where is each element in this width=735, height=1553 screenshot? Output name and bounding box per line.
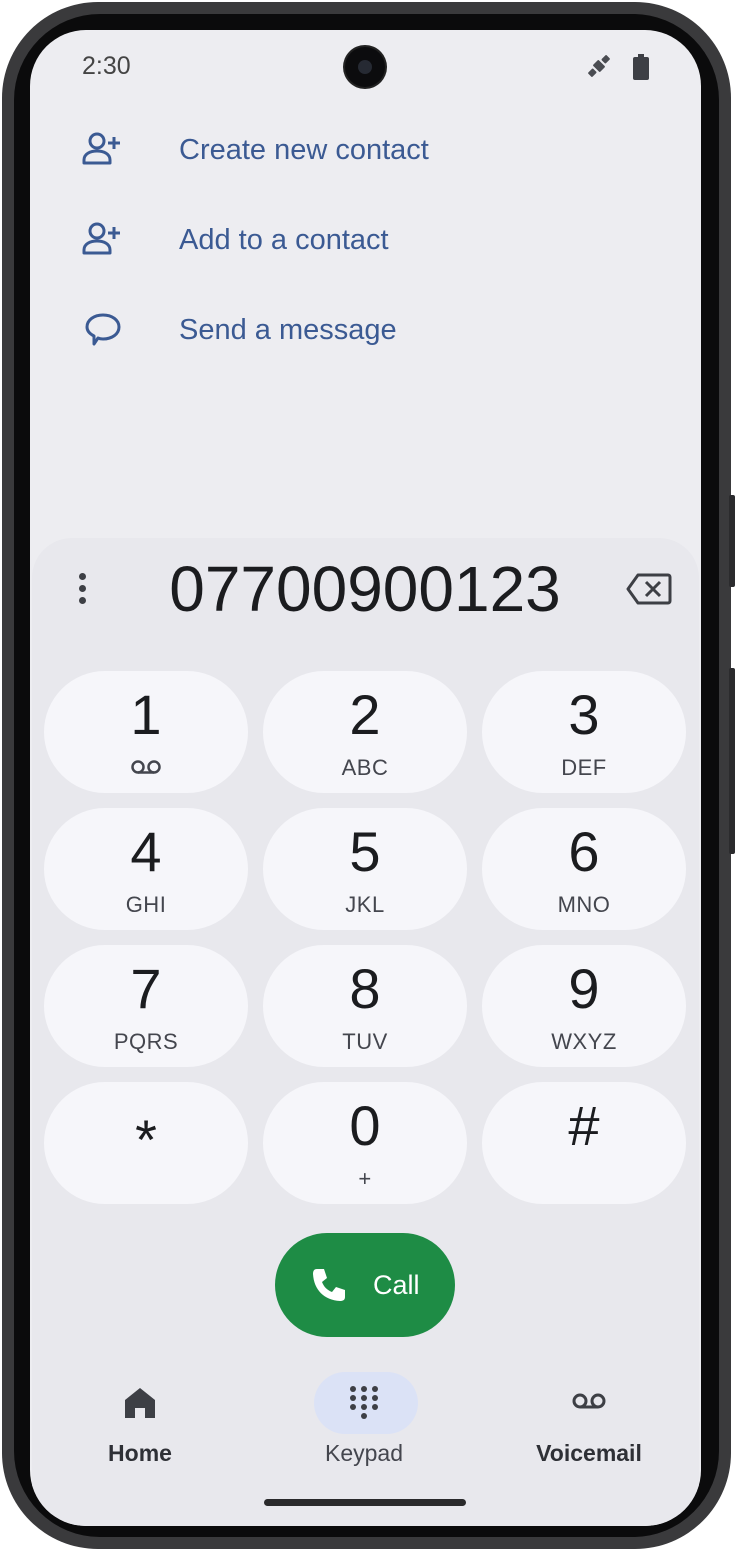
key-star[interactable]: * bbox=[44, 1082, 248, 1204]
key-digit: 1 bbox=[130, 683, 162, 746]
power-button bbox=[729, 495, 735, 587]
key-digit: 9 bbox=[568, 957, 600, 1020]
key-1[interactable]: 1 bbox=[44, 671, 248, 793]
key-digit: 8 bbox=[349, 957, 381, 1020]
key-digit: 3 bbox=[568, 683, 600, 746]
key-6[interactable]: 6 MNO bbox=[482, 808, 686, 930]
create-new-contact-label: Create new contact bbox=[179, 133, 429, 166]
satellite-icon bbox=[588, 55, 610, 77]
key-letters: TUV bbox=[342, 1029, 388, 1054]
key-digit: 5 bbox=[349, 820, 381, 883]
key-0[interactable]: 0 + bbox=[263, 1082, 467, 1204]
add-to-contact-action[interactable]: Add to a contact bbox=[30, 200, 701, 280]
key-4[interactable]: 4 GHI bbox=[44, 808, 248, 930]
key-7[interactable]: 7 PQRS bbox=[44, 945, 248, 1067]
key-letters: JKL bbox=[345, 892, 385, 917]
status-time: 2:30 bbox=[82, 52, 131, 80]
key-digit: 4 bbox=[130, 820, 162, 883]
more-options-icon[interactable] bbox=[66, 566, 98, 610]
nav-keypad-label: Keypad bbox=[324, 1440, 403, 1466]
key-letters: DEF bbox=[561, 755, 607, 780]
key-digit: 6 bbox=[568, 820, 600, 883]
gesture-home-indicator[interactable] bbox=[264, 1499, 466, 1506]
key-digit: 0 bbox=[349, 1094, 381, 1157]
person-add-icon bbox=[82, 132, 120, 165]
key-hash[interactable]: # bbox=[482, 1082, 686, 1204]
backspace-icon[interactable] bbox=[626, 572, 672, 606]
key-8[interactable]: 8 TUV bbox=[263, 945, 467, 1067]
nav-voicemail-label: Voicemail bbox=[536, 1440, 642, 1466]
add-to-contact-label: Add to a contact bbox=[179, 223, 389, 256]
dialpad-icon bbox=[350, 1386, 378, 1419]
phone-icon bbox=[313, 1269, 345, 1301]
key-letters: GHI bbox=[125, 892, 167, 917]
key-digit: * bbox=[135, 1108, 157, 1171]
key-letters: MNO bbox=[557, 892, 611, 917]
battery-icon bbox=[633, 54, 649, 80]
key-3[interactable]: 3 DEF bbox=[482, 671, 686, 793]
person-add-icon bbox=[82, 222, 120, 255]
send-message-label: Send a message bbox=[179, 313, 397, 346]
key-5[interactable]: 5 JKL bbox=[263, 808, 467, 930]
key-letters: + bbox=[358, 1166, 372, 1191]
phone-screen: 2:30 Create new contact Add to a contact bbox=[30, 30, 701, 1526]
create-new-contact-action[interactable]: Create new contact bbox=[30, 110, 701, 190]
call-label: Call bbox=[373, 1270, 420, 1300]
front-camera bbox=[345, 47, 385, 87]
call-button[interactable]: Call bbox=[275, 1233, 455, 1337]
home-icon bbox=[125, 1388, 155, 1418]
voicemail-icon bbox=[131, 760, 161, 774]
key-digit: 2 bbox=[349, 683, 381, 746]
nav-keypad[interactable]: Keypad bbox=[289, 1372, 439, 1482]
nav-voicemail[interactable]: Voicemail bbox=[514, 1372, 664, 1482]
voicemail-icon bbox=[572, 1393, 606, 1409]
key-letters: ABC bbox=[341, 755, 389, 780]
volume-button bbox=[729, 668, 735, 854]
send-message-action[interactable]: Send a message bbox=[30, 290, 701, 370]
key-2[interactable]: 2 ABC bbox=[263, 671, 467, 793]
dialed-number: 07700900123 bbox=[169, 553, 561, 625]
key-digit: 7 bbox=[130, 957, 162, 1020]
nav-home-label: Home bbox=[108, 1440, 172, 1466]
key-digit: # bbox=[568, 1094, 600, 1157]
nav-home[interactable]: Home bbox=[65, 1372, 215, 1482]
key-9[interactable]: 9 WXYZ bbox=[482, 945, 686, 1067]
message-bubble-icon bbox=[85, 313, 121, 346]
key-letters: PQRS bbox=[113, 1029, 179, 1054]
key-letters: WXYZ bbox=[551, 1029, 617, 1054]
